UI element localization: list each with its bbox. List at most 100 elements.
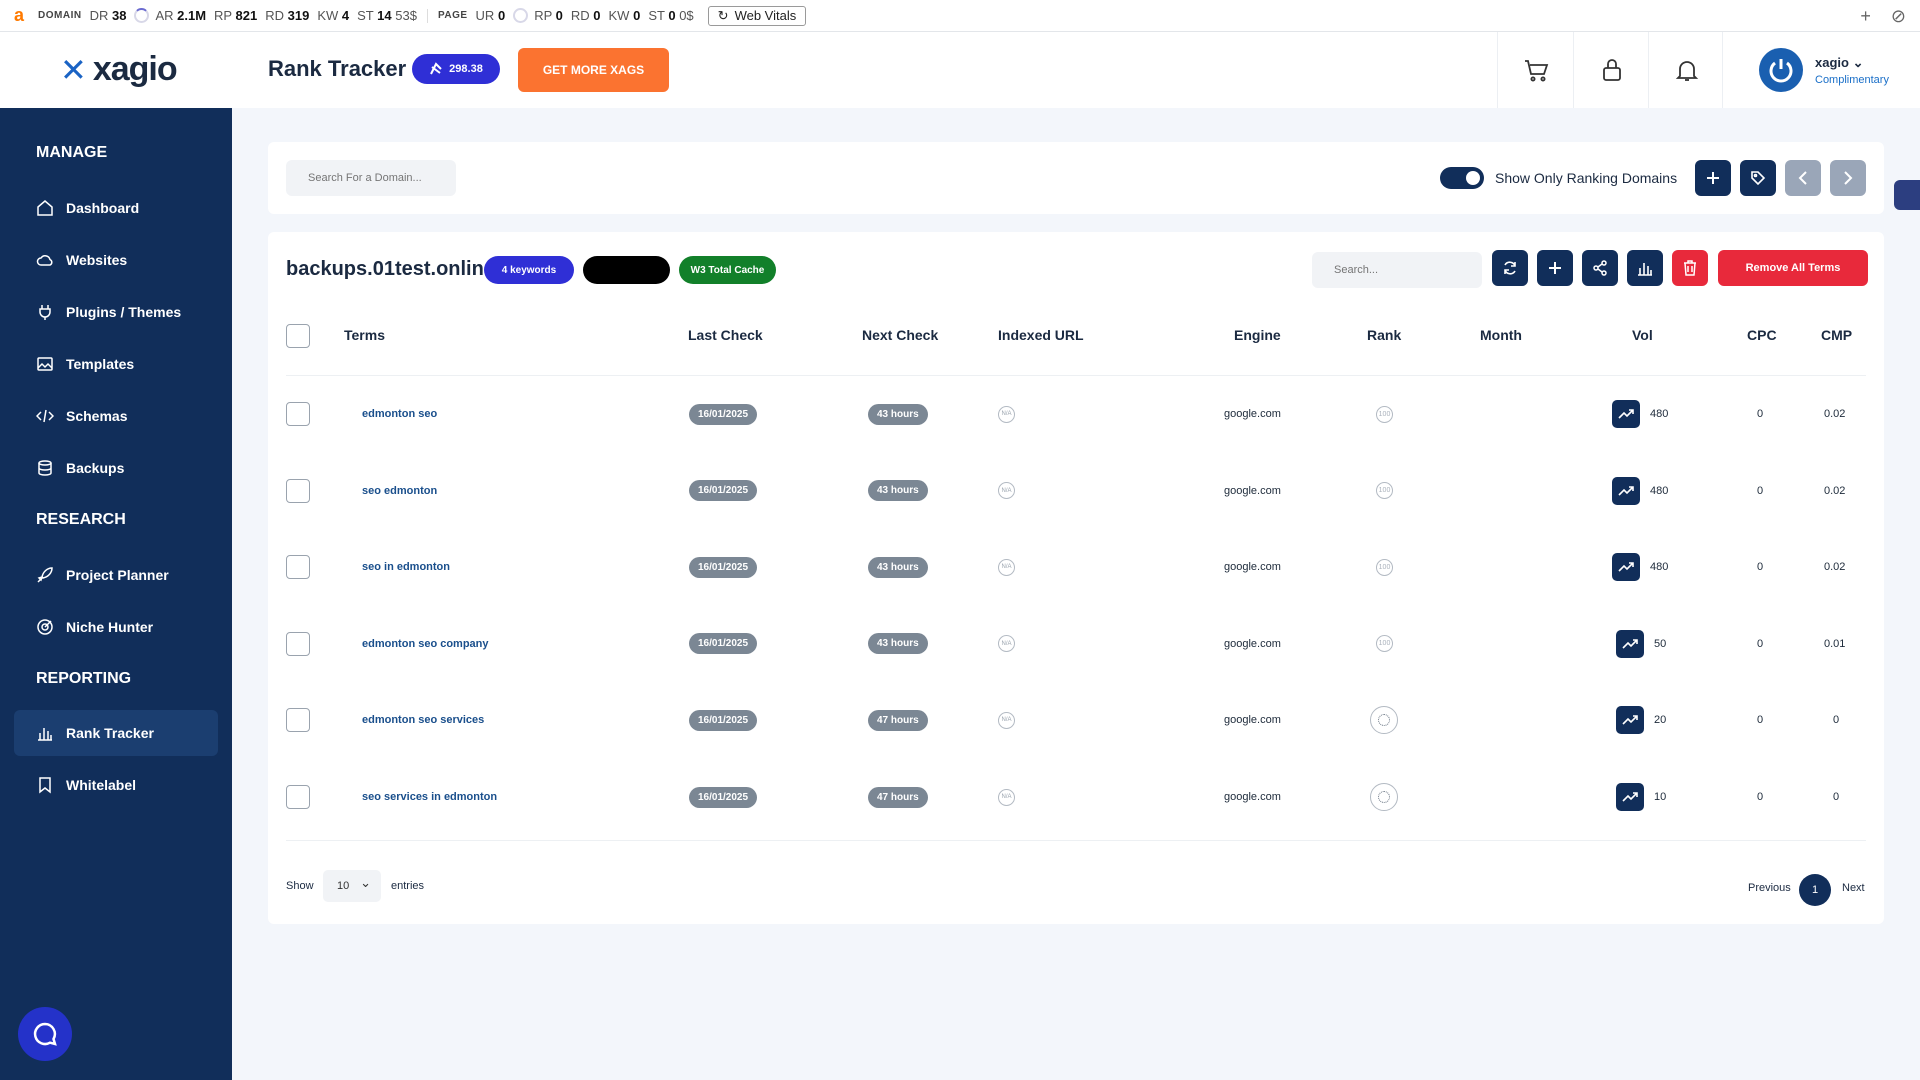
prev-domain-button[interactable] [1785,160,1821,196]
col-next-check[interactable]: Next Check [862,327,938,343]
fingerprint-tab[interactable] [1894,180,1920,210]
sidebar-item-label: Backups [66,460,125,476]
trend-button[interactable] [1612,553,1640,582]
chat-button[interactable] [18,1007,72,1061]
ahrefs-logo[interactable]: a [14,5,24,26]
xagio-logo[interactable]: ✕ xagio [60,50,178,89]
sidebar-item-label: Plugins / Themes [66,304,182,320]
refresh-icon [1504,261,1516,275]
last-check-badge: 16/01/2025 [689,786,758,808]
col-terms[interactable]: Terms [344,327,385,343]
redacted-badge [583,256,670,284]
trend-button[interactable] [1616,706,1644,735]
cache-badge[interactable]: W3 Total Cache [679,256,776,284]
next-domain-button[interactable] [1830,160,1866,196]
xags-balance-badge[interactable]: 298.38 [412,54,500,84]
cmp-value: 0.02 [1824,484,1846,497]
page-1-button[interactable]: 1 [1799,874,1831,906]
sidebar-item-rank-tracker[interactable]: Rank Tracker [14,710,218,756]
entries-label: entries [391,880,425,892]
user-menu[interactable]: xagio ⌄ Complimentary [1722,32,1920,108]
previous-page-button[interactable]: Previous [1748,882,1791,894]
chevron-right-icon [1844,171,1853,185]
sidebar-item-whitelabel[interactable]: Whitelabel [14,762,218,808]
trend-up-icon [1618,409,1634,419]
refresh-button[interactable] [1492,250,1528,286]
term-link[interactable]: edmonton seo services [362,714,484,726]
footer-divider [286,840,1866,841]
sidebar-item-templates[interactable]: Templates [14,341,218,387]
row-checkbox[interactable] [286,708,310,733]
add-domain-button[interactable] [1695,160,1731,196]
sidebar-item-schemas[interactable]: Schemas [14,393,218,439]
term-link[interactable]: seo in edmonton [362,561,450,573]
sidebar-item-backups[interactable]: Backups [14,445,218,491]
delete-button[interactable] [1672,250,1708,286]
rocket-icon [37,567,53,583]
trend-button[interactable] [1616,629,1644,658]
indexed-url-na-icon: N/A [998,405,1015,423]
keywords-badge[interactable]: 4 keywords [484,256,574,284]
term-link[interactable]: edmonton seo [362,408,437,420]
col-cpc[interactable]: CPC [1747,327,1777,343]
last-check-badge: 16/01/2025 [689,556,758,578]
col-rank[interactable]: Rank [1367,327,1401,343]
refresh-icon: ↻ [717,7,729,23]
domain-title: backups.01test.online [286,258,495,280]
trend-button[interactable] [1612,476,1640,505]
tag-button[interactable] [1740,160,1776,196]
tag-icon [1751,171,1766,186]
chart-button[interactable] [1627,250,1663,286]
entries-select[interactable]: 10 [323,870,381,902]
xags-value: 298.38 [449,63,483,75]
ranking-domains-toggle[interactable] [1440,167,1484,189]
power-icon [1769,59,1793,83]
trend-button[interactable] [1612,400,1640,428]
col-month[interactable]: Month [1480,327,1522,343]
toolbar-actions: + ⊘ [1860,6,1906,27]
select-all-checkbox[interactable] [286,324,310,348]
web-vitals-button[interactable]: ↻ Web Vitals [707,5,807,26]
xags-icon [430,62,442,75]
bar-chart-icon [1638,263,1652,276]
sidebar-item-plugins[interactable]: Plugins / Themes [14,289,218,335]
remove-all-terms-button[interactable]: Remove All Terms [1718,250,1868,286]
sidebar-item-niche-hunter[interactable]: Niche Hunter [14,604,218,650]
cmp-value: 0.01 [1824,637,1846,650]
show-label: Show [286,880,314,892]
col-cmp[interactable]: CMP [1821,327,1852,343]
col-vol[interactable]: Vol [1632,327,1653,343]
add-term-button[interactable] [1537,250,1573,286]
next-check-badge: 47 hours [868,786,928,808]
sidebar-item-websites[interactable]: Websites [14,237,218,283]
disable-icon[interactable]: ⊘ [1891,6,1906,27]
next-page-button[interactable]: Next [1842,882,1865,894]
sidebar-item-dashboard[interactable]: Dashboard [14,185,218,231]
term-link[interactable]: edmonton seo company [362,638,489,650]
chevron-down-icon: ⌄ [1852,54,1864,70]
col-engine[interactable]: Engine [1234,327,1281,343]
row-checkbox[interactable] [286,555,310,580]
lock-button[interactable] [1573,32,1649,108]
cart-button[interactable] [1497,32,1573,108]
row-checkbox[interactable] [286,402,310,426]
sidebar-item-project-planner[interactable]: Project Planner [14,552,218,598]
web-vitals-label: Web Vitals [734,8,797,23]
row-checkbox[interactable] [286,478,310,503]
get-more-xags-button[interactable]: GET MORE XAGS [518,48,669,92]
share-button[interactable] [1582,250,1618,286]
code-icon [36,409,54,423]
cmp-value: 0 [1833,714,1840,727]
domain-search-input[interactable] [286,160,456,196]
term-link[interactable]: seo edmonton [362,485,437,497]
trend-button[interactable] [1616,783,1644,811]
row-checkbox[interactable] [286,785,310,809]
plus-icon[interactable]: + [1860,6,1871,27]
row-checkbox[interactable] [286,631,310,656]
terms-search-input[interactable] [1312,252,1482,288]
notifications-button[interactable] [1648,32,1724,108]
term-link[interactable]: seo services in edmonton [362,791,497,803]
col-last-check[interactable]: Last Check [688,327,763,343]
rank-badge: 100 [1376,405,1393,423]
col-indexed-url[interactable]: Indexed URL [998,327,1084,343]
